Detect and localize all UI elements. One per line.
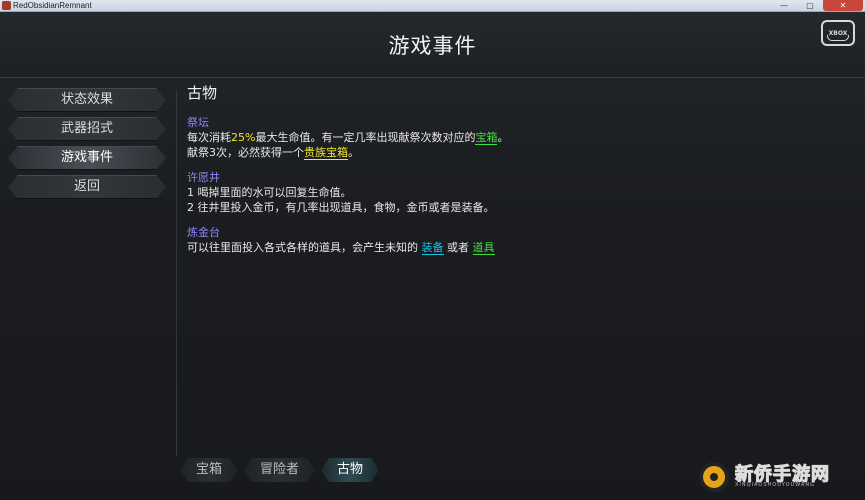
text: 每次消耗 [187, 131, 231, 144]
tab-chest[interactable]: 宝箱 [180, 458, 238, 482]
window-titlebar: RedObsidianRemnant — ▢ ✕ [0, 0, 865, 12]
section-alchemy-table: 炼金台 可以往里面投入各式各样的道具，会产生未知的 装备 或者 道具 [187, 225, 827, 255]
controller-icon[interactable]: XBOX [821, 20, 855, 46]
minimize-button[interactable]: — [771, 0, 797, 11]
content-panel: 古物 祭坛 每次消耗25%最大生命值。有一定几率出现献祭次数对应的宝箱。 献祭3… [187, 86, 827, 265]
nav-item-game-events[interactable]: 游戏事件 [8, 146, 166, 170]
highlight-noble-chest: 贵族宝箱 [304, 146, 348, 160]
text: 或者 [443, 241, 473, 254]
tab-adventurer[interactable]: 冒险者 [244, 458, 315, 482]
nav-item-back[interactable]: 返回 [8, 175, 166, 199]
text-line: 每次消耗25%最大生命值。有一定几率出现献祭次数对应的宝箱。 [187, 130, 827, 145]
highlight-item: 道具 [472, 241, 495, 255]
app-icon [2, 1, 11, 10]
tab-antiques[interactable]: 古物 [321, 458, 379, 482]
window-title: RedObsidianRemnant [13, 1, 92, 10]
text: 最大生命值。有一定几率出现献祭次数对应的 [255, 131, 476, 144]
text-line: 2 往井里投入金币，有几率出现道具，食物，金币或者是装备。 [187, 201, 495, 214]
highlight-percent: 25% [231, 131, 256, 144]
watermark-subtext: XINQIAOSHOUYOUWANG [735, 482, 815, 488]
text-line: 献祭3次，必然获得一个贵族宝箱。 [187, 145, 827, 160]
highlight-equipment: 装备 [421, 241, 444, 255]
text: 。 [497, 131, 509, 144]
section-title: 炼金台 [187, 226, 220, 239]
divider [176, 90, 177, 456]
highlight-chest: 宝箱 [475, 131, 498, 145]
text: 可以往里面投入各式各样的道具，会产生未知的 [187, 241, 422, 254]
watermark: 新侨手游网 XINQIAOSHOUYOUWANG [699, 460, 849, 494]
text-line: 可以往里面投入各式各样的道具，会产生未知的 装备 或者 道具 [187, 240, 827, 255]
section-title: 祭坛 [187, 116, 209, 129]
text: 献祭3次，必然获得一个 [187, 146, 304, 159]
section-altar: 祭坛 每次消耗25%最大生命值。有一定几率出现献祭次数对应的宝箱。 献祭3次，必… [187, 115, 827, 160]
watermark-logo-icon [699, 462, 729, 492]
content-title: 古物 [187, 84, 218, 102]
close-button[interactable]: ✕ [823, 0, 863, 11]
maximize-button[interactable]: ▢ [797, 0, 823, 11]
bottom-tabs: 宝箱 冒险者 古物 [180, 458, 379, 486]
game-frame: 游戏事件 XBOX 状态效果 武器招式 游戏事件 返回 古物 祭坛 每次消耗25… [0, 12, 865, 500]
page-title: 游戏事件 [388, 34, 477, 58]
header: 游戏事件 XBOX [0, 12, 865, 78]
controller-pad-shape [827, 35, 849, 41]
side-nav: 状态效果 武器招式 游戏事件 返回 [8, 88, 166, 204]
section-title: 许愿井 [187, 171, 220, 184]
nav-item-status-effects[interactable]: 状态效果 [8, 88, 166, 112]
text: 。 [348, 146, 359, 159]
text-line: 1 喝掉里面的水可以回复生命值。 [187, 186, 352, 199]
section-wishing-well: 许愿井 1 喝掉里面的水可以回复生命值。 2 往井里投入金币，有几率出现道具，食… [187, 170, 827, 215]
nav-item-weapon-moves[interactable]: 武器招式 [8, 117, 166, 141]
